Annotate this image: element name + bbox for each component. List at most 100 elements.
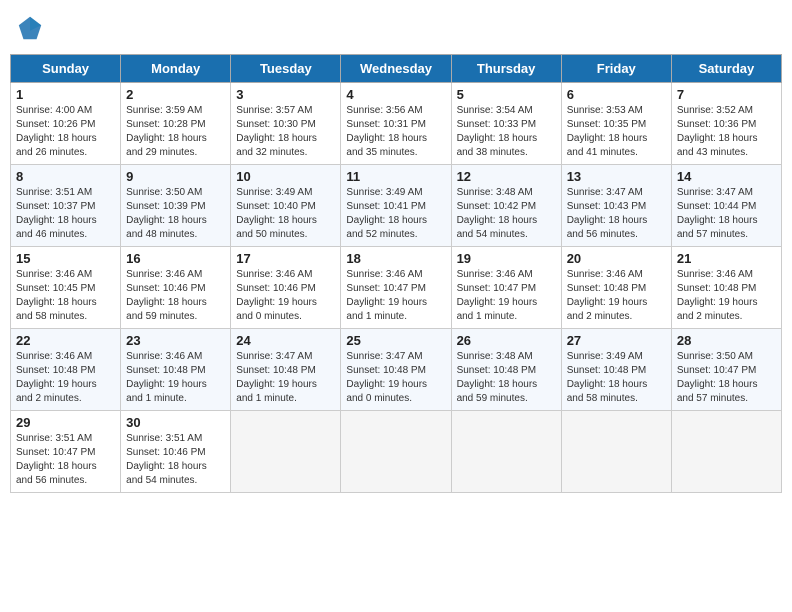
cell-content: Sunrise: 3:49 AMSunset: 10:48 PMDaylight…	[567, 350, 666, 406]
cell-content: Sunrise: 3:57 AMSunset: 10:30 PMDaylight…	[236, 104, 335, 160]
cell-content: Sunrise: 3:50 AMSunset: 10:47 PMDaylight…	[677, 350, 776, 406]
cell-content: Sunrise: 3:46 AMSunset: 10:45 PMDaylight…	[16, 268, 115, 324]
day-header-tuesday: Tuesday	[231, 55, 341, 83]
day-header-saturday: Saturday	[671, 55, 781, 83]
calendar-cell: 11 Sunrise: 3:49 AMSunset: 10:41 PMDaylig…	[341, 165, 451, 247]
cell-content: Sunrise: 3:52 AMSunset: 10:36 PMDaylight…	[677, 104, 776, 160]
day-number: 3	[236, 87, 335, 102]
day-number: 7	[677, 87, 776, 102]
cell-content: Sunrise: 3:46 AMSunset: 10:46 PMDaylight…	[126, 268, 225, 324]
calendar-cell: 7 Sunrise: 3:52 AMSunset: 10:36 PMDayligh…	[671, 83, 781, 165]
day-number: 21	[677, 251, 776, 266]
day-number: 29	[16, 415, 115, 430]
day-number: 2	[126, 87, 225, 102]
day-number: 11	[346, 169, 445, 184]
calendar-cell: 12Sunrise: 3:48 AMSunset: 10:42 PMDaylig…	[451, 165, 561, 247]
day-number: 30	[126, 415, 225, 430]
cell-content: Sunrise: 3:46 AMSunset: 10:46 PMDaylight…	[236, 268, 335, 324]
cell-content: Sunrise: 3:46 AMSunset: 10:48 PMDaylight…	[16, 350, 115, 406]
cell-content: Sunrise: 3:46 AMSunset: 10:48 PMDaylight…	[677, 268, 776, 324]
calendar-cell: 19 Sunrise: 3:46 AMSunset: 10:47 PMDaylig…	[451, 247, 561, 329]
logo-icon	[16, 14, 44, 42]
day-header-monday: Monday	[121, 55, 231, 83]
calendar-cell: 22 Sunrise: 3:46 AMSunset: 10:48 PMDaylig…	[11, 329, 121, 411]
calendar-cell: 23Sunrise: 3:46 AMSunset: 10:48 PMDaylig…	[121, 329, 231, 411]
day-number: 26	[457, 333, 556, 348]
day-number: 4	[346, 87, 445, 102]
calendar-cell: 3 Sunrise: 3:57 AMSunset: 10:30 PMDayligh…	[231, 83, 341, 165]
day-number: 10	[236, 169, 335, 184]
cell-content: Sunrise: 3:50 AMSunset: 10:39 PMDaylight…	[126, 186, 225, 242]
cell-content: Sunrise: 3:46 AMSunset: 10:47 PMDaylight…	[346, 268, 445, 324]
calendar-cell: 5 Sunrise: 3:54 AMSunset: 10:33 PMDayligh…	[451, 83, 561, 165]
calendar-cell: 1 Sunrise: 4:00 AMSunset: 10:26 PMDayligh…	[11, 83, 121, 165]
calendar-cell: 25Sunrise: 3:47 AMSunset: 10:48 PMDaylig…	[341, 329, 451, 411]
calendar-cell: 15Sunrise: 3:46 AMSunset: 10:45 PMDaylig…	[11, 247, 121, 329]
calendar-cell: 26 Sunrise: 3:48 AMSunset: 10:48 PMDaylig…	[451, 329, 561, 411]
header	[10, 10, 782, 46]
calendar-week-2: 8Sunrise: 3:51 AMSunset: 10:37 PMDayligh…	[11, 165, 782, 247]
day-header-thursday: Thursday	[451, 55, 561, 83]
cell-content: Sunrise: 3:47 AMSunset: 10:44 PMDaylight…	[677, 186, 776, 242]
day-number: 9	[126, 169, 225, 184]
day-number: 14	[677, 169, 776, 184]
calendar-cell: 30 Sunrise: 3:51 AMSunset: 10:46 PMDaylig…	[121, 411, 231, 493]
cell-content: Sunrise: 3:53 AMSunset: 10:35 PMDaylight…	[567, 104, 666, 160]
calendar-cell: 20 Sunrise: 3:46 AMSunset: 10:48 PMDaylig…	[561, 247, 671, 329]
cell-content: Sunrise: 4:00 AMSunset: 10:26 PMDaylight…	[16, 104, 115, 160]
cell-content: Sunrise: 3:51 AMSunset: 10:47 PMDaylight…	[16, 432, 115, 488]
day-number: 23	[126, 333, 225, 348]
day-number: 18	[346, 251, 445, 266]
cell-content: Sunrise: 3:46 AMSunset: 10:47 PMDaylight…	[457, 268, 556, 324]
calendar-cell	[671, 411, 781, 493]
day-number: 17	[236, 251, 335, 266]
page: SundayMondayTuesdayWednesdayThursdayFrid…	[0, 0, 792, 612]
logo	[16, 14, 48, 42]
day-number: 16	[126, 251, 225, 266]
calendar-table: SundayMondayTuesdayWednesdayThursdayFrid…	[10, 54, 782, 493]
cell-content: Sunrise: 3:51 AMSunset: 10:46 PMDaylight…	[126, 432, 225, 488]
calendar-cell: 10 Sunrise: 3:49 AMSunset: 10:40 PMDaylig…	[231, 165, 341, 247]
day-number: 8	[16, 169, 115, 184]
day-number: 13	[567, 169, 666, 184]
calendar-cell	[451, 411, 561, 493]
day-header-friday: Friday	[561, 55, 671, 83]
day-header-sunday: Sunday	[11, 55, 121, 83]
calendar-cell: 24Sunrise: 3:47 AMSunset: 10:48 PMDaylig…	[231, 329, 341, 411]
cell-content: Sunrise: 3:47 AMSunset: 10:43 PMDaylight…	[567, 186, 666, 242]
calendar-cell: 27 Sunrise: 3:49 AMSunset: 10:48 PMDaylig…	[561, 329, 671, 411]
day-number: 1	[16, 87, 115, 102]
header-row: SundayMondayTuesdayWednesdayThursdayFrid…	[11, 55, 782, 83]
day-number: 22	[16, 333, 115, 348]
calendar-cell: 16 Sunrise: 3:46 AMSunset: 10:46 PMDaylig…	[121, 247, 231, 329]
calendar-header: SundayMondayTuesdayWednesdayThursdayFrid…	[11, 55, 782, 83]
calendar-cell	[341, 411, 451, 493]
cell-content: Sunrise: 3:48 AMSunset: 10:48 PMDaylight…	[457, 350, 556, 406]
calendar-body: 1 Sunrise: 4:00 AMSunset: 10:26 PMDayligh…	[11, 83, 782, 493]
cell-content: Sunrise: 3:49 AMSunset: 10:40 PMDaylight…	[236, 186, 335, 242]
day-number: 25	[346, 333, 445, 348]
day-number: 19	[457, 251, 556, 266]
calendar-week-1: 1 Sunrise: 4:00 AMSunset: 10:26 PMDayligh…	[11, 83, 782, 165]
calendar-cell: 2Sunrise: 3:59 AMSunset: 10:28 PMDayligh…	[121, 83, 231, 165]
cell-content: Sunrise: 3:56 AMSunset: 10:31 PMDaylight…	[346, 104, 445, 160]
calendar-cell: 17 Sunrise: 3:46 AMSunset: 10:46 PMDaylig…	[231, 247, 341, 329]
calendar-cell: 9 Sunrise: 3:50 AMSunset: 10:39 PMDayligh…	[121, 165, 231, 247]
cell-content: Sunrise: 3:46 AMSunset: 10:48 PMDaylight…	[567, 268, 666, 324]
calendar-cell: 18 Sunrise: 3:46 AMSunset: 10:47 PMDaylig…	[341, 247, 451, 329]
calendar-cell: 8Sunrise: 3:51 AMSunset: 10:37 PMDayligh…	[11, 165, 121, 247]
calendar-cell: 6 Sunrise: 3:53 AMSunset: 10:35 PMDayligh…	[561, 83, 671, 165]
day-number: 20	[567, 251, 666, 266]
cell-content: Sunrise: 3:48 AMSunset: 10:42 PMDaylight…	[457, 186, 556, 242]
day-number: 5	[457, 87, 556, 102]
calendar-cell: 28 Sunrise: 3:50 AMSunset: 10:47 PMDaylig…	[671, 329, 781, 411]
calendar-week-5: 29 Sunrise: 3:51 AMSunset: 10:47 PMDaylig…	[11, 411, 782, 493]
calendar-cell: 21 Sunrise: 3:46 AMSunset: 10:48 PMDaylig…	[671, 247, 781, 329]
cell-content: Sunrise: 3:49 AMSunset: 10:41 PMDaylight…	[346, 186, 445, 242]
day-number: 27	[567, 333, 666, 348]
cell-content: Sunrise: 3:54 AMSunset: 10:33 PMDaylight…	[457, 104, 556, 160]
cell-content: Sunrise: 3:47 AMSunset: 10:48 PMDaylight…	[236, 350, 335, 406]
day-number: 6	[567, 87, 666, 102]
calendar-week-4: 22 Sunrise: 3:46 AMSunset: 10:48 PMDaylig…	[11, 329, 782, 411]
day-number: 28	[677, 333, 776, 348]
